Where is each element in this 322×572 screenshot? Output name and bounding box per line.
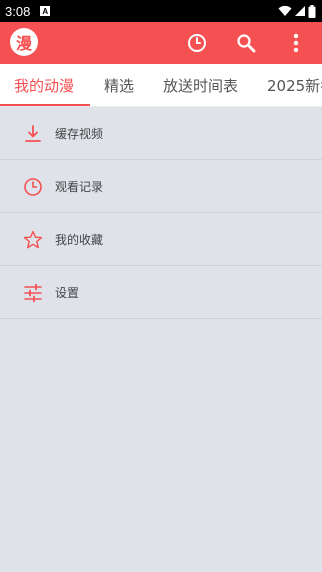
menu-item-cached-videos[interactable]: 缓存视频 [0,107,322,160]
sliders-icon [22,282,44,304]
tab-indicator [0,104,90,106]
wifi-icon [278,5,292,16]
more-icon [293,33,299,53]
status-time: 3:08 [5,3,31,19]
signal-icon [295,6,305,16]
menu-item-watch-history[interactable]: 观看记录 [0,160,322,213]
history-button[interactable] [185,31,209,55]
tab-featured[interactable]: 精选 [104,64,134,106]
search-button[interactable] [234,31,258,55]
app-logo[interactable]: 漫 [10,28,38,56]
menu-item-label: 观看记录 [55,179,104,194]
search-icon [237,34,256,53]
bottom-bar [0,566,322,572]
app-bar: 漫 [0,22,322,64]
clock-icon [22,176,44,198]
star-icon [22,229,44,251]
tab-bar: 我的动漫 精选 放送时间表 2025新番 [0,64,322,107]
menu-item-label: 我的收藏 [55,232,104,247]
menu-list: 缓存视频 观看记录 我的收藏 设置 [0,107,322,319]
tab-2025-new[interactable]: 2025新番 [267,64,322,106]
tab-schedule[interactable]: 放送时间表 [163,64,238,106]
status-bar: 3:08 A [0,0,322,22]
more-button[interactable] [284,31,308,55]
history-icon [188,34,206,52]
battery-icon [308,4,316,18]
menu-item-label: 缓存视频 [55,126,104,141]
menu-item-settings[interactable]: 设置 [0,266,322,319]
notification-a-icon: A [40,6,51,16]
tab-my-anime[interactable]: 我的动漫 [14,64,74,106]
download-icon [22,123,44,145]
menu-item-favorites[interactable]: 我的收藏 [0,213,322,266]
menu-item-label: 设置 [55,285,80,300]
